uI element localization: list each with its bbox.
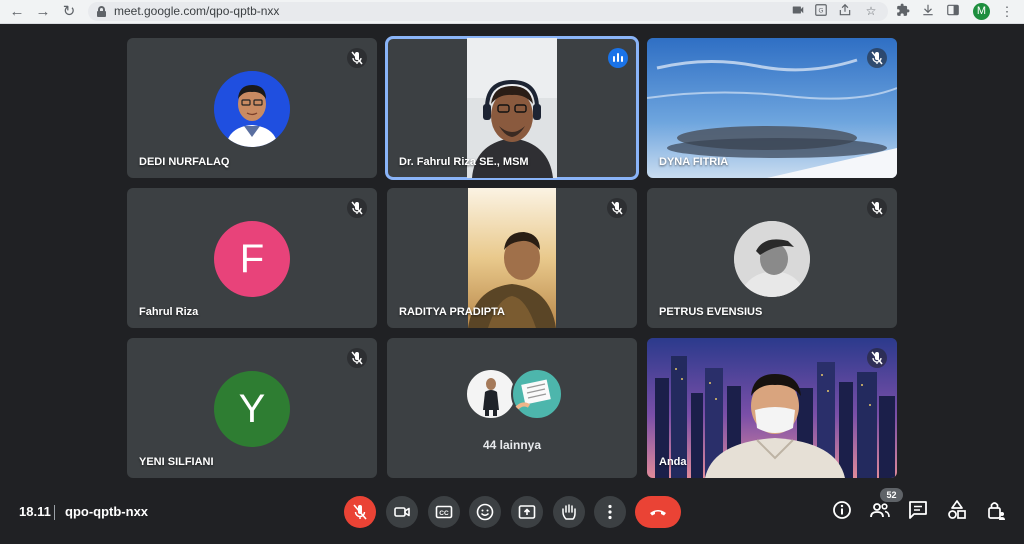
captions-button[interactable]: CC [428, 496, 460, 528]
participant-tile-speaking[interactable]: Dr. Fahrul Riza SE., MSM [385, 36, 639, 180]
call-end-icon [650, 510, 666, 516]
other-participants-avatars [465, 368, 565, 420]
camera-toggle-button[interactable] [386, 496, 418, 528]
meeting-controls-bar: 18.11 qpo-qptb-nxx CC 52 [0, 488, 1024, 544]
reload-icon[interactable]: ↻ [59, 2, 79, 22]
participant-name: RADITYA PRADIPTA [399, 306, 505, 318]
participant-name: Fahrul Riza [139, 306, 199, 318]
chat-icon [909, 501, 927, 519]
participant-name: Anda [659, 456, 687, 468]
participant-name: PETRUS EVENSIUS [659, 306, 763, 318]
translate-icon[interactable]: G [813, 3, 829, 19]
meeting-details-button[interactable] [830, 498, 854, 522]
browser-toolbar: ← → ↻ meet.google.com/qpo-qptb-nxx G ☆ M… [0, 0, 1024, 24]
meeting-code: qpo-qptb-nxx [65, 504, 149, 519]
participant-photo-avatar [214, 71, 290, 147]
more-vert-icon [608, 504, 612, 520]
present-screen-button[interactable] [511, 496, 543, 528]
reactions-button[interactable] [469, 496, 501, 528]
lock-icon[interactable] [97, 6, 106, 17]
info-icon [833, 501, 851, 519]
menu-kebab-icon[interactable]: ⋮ [998, 3, 1016, 21]
mic-off-icon [347, 48, 367, 68]
leave-call-button[interactable] [635, 496, 681, 528]
participant-name: DEDI NURFALAQ [139, 156, 230, 168]
people-icon [870, 503, 890, 518]
raise-hand-icon [562, 504, 576, 520]
camera-icon[interactable] [790, 3, 806, 19]
back-arrow-icon[interactable]: ← [7, 2, 27, 22]
self-view-tile[interactable]: Anda [647, 338, 897, 478]
divider [54, 505, 55, 520]
emoji-icon [476, 503, 494, 521]
participant-name: DYNA FITRIA [659, 156, 729, 168]
download-icon[interactable] [919, 3, 937, 21]
mic-off-icon [867, 348, 887, 368]
mic-off-icon [353, 504, 367, 520]
raise-hand-button[interactable] [553, 496, 585, 528]
share-icon[interactable] [837, 3, 853, 19]
profile-avatar[interactable]: M [973, 3, 990, 20]
address-bar[interactable]: meet.google.com/qpo-qptb-nxx G ☆ [88, 2, 888, 21]
mic-off-icon [867, 198, 887, 218]
host-controls-button[interactable] [984, 498, 1008, 522]
audio-level-icon [608, 48, 628, 68]
participant-tile[interactable]: PETRUS EVENSIUS [647, 188, 897, 328]
url-text: meet.google.com/qpo-qptb-nxx [114, 4, 280, 18]
participant-tile[interactable]: Y YENI SILFIANI [127, 338, 377, 478]
mic-off-icon [607, 198, 627, 218]
participant-tile[interactable]: RADITYA PRADIPTA [387, 188, 637, 328]
other-participants-count: 44 lainnya [482, 438, 542, 452]
videocam-icon [394, 507, 410, 517]
mic-off-icon [347, 348, 367, 368]
present-to-all-icon [518, 505, 536, 519]
extensions-icon[interactable] [894, 3, 912, 21]
activities-button[interactable] [945, 498, 969, 522]
people-button[interactable] [868, 498, 892, 522]
svg-text:CC: CC [439, 510, 449, 517]
chat-button[interactable] [906, 498, 930, 522]
closed-captions-icon: CC [435, 505, 453, 519]
bookmark-star-icon[interactable]: ☆ [863, 3, 879, 19]
mic-off-icon [347, 198, 367, 218]
participant-initial-avatar: Y [214, 371, 290, 447]
svg-text:G: G [819, 7, 824, 14]
participant-tile[interactable]: DYNA FITRIA [647, 38, 897, 178]
side-panel-icon[interactable] [944, 3, 962, 21]
participant-name: Dr. Fahrul Riza SE., MSM [399, 156, 529, 168]
mic-off-icon [867, 48, 887, 68]
forward-arrow-icon[interactable]: → [33, 2, 53, 22]
lock-person-icon [988, 502, 1005, 520]
participant-tile[interactable]: F Fahrul Riza [127, 188, 377, 328]
other-participants-tile[interactable]: 44 lainnya [387, 338, 637, 478]
mic-toggle-button[interactable] [344, 496, 376, 528]
participant-name: YENI SILFIANI [139, 456, 214, 468]
participant-photo-avatar [734, 221, 810, 297]
meeting-time: 18.11 [19, 504, 51, 519]
participant-initial-avatar: F [214, 221, 290, 297]
more-options-button[interactable] [594, 496, 626, 528]
shapes-icon [948, 500, 966, 519]
participant-tile[interactable]: DEDI NURFALAQ [127, 38, 377, 178]
